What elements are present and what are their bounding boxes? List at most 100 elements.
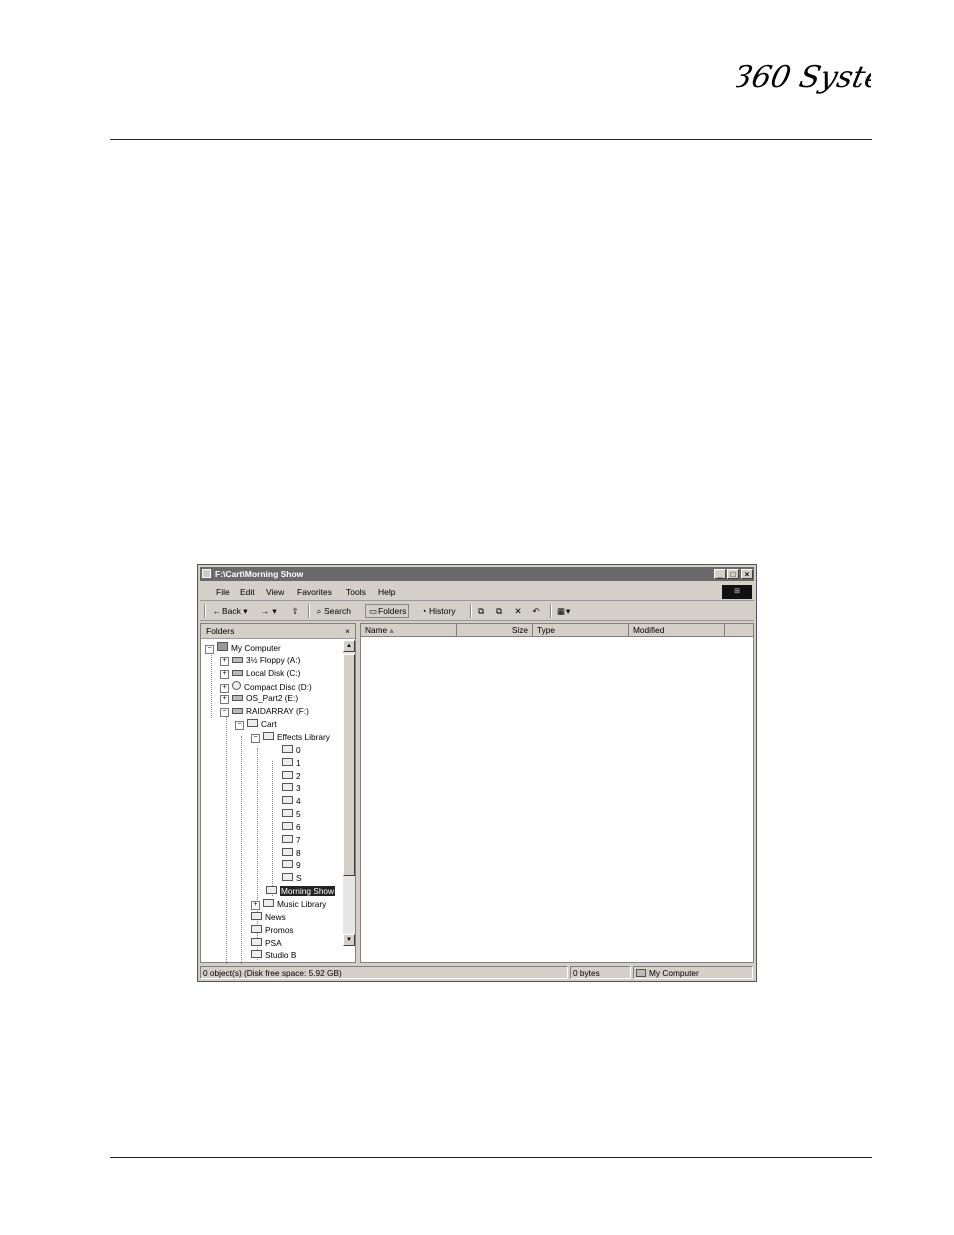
computer-icon bbox=[636, 969, 646, 977]
folder-tree-scrollbar[interactable]: ▲ ▼ bbox=[343, 640, 355, 946]
expand-icon[interactable]: + bbox=[220, 683, 229, 693]
tree-item[interactable]: 6 bbox=[282, 821, 301, 833]
menu-help[interactable]: Help bbox=[378, 587, 395, 597]
collapse-icon[interactable]: − bbox=[251, 733, 260, 743]
tree-item[interactable]: − Effects Library bbox=[251, 731, 330, 743]
menu-bar: File Edit View Favorites Tools Help ⊞ bbox=[200, 584, 754, 601]
expand-icon[interactable]: + bbox=[220, 695, 229, 705]
close-button[interactable]: × bbox=[741, 569, 753, 579]
views-icon: ▦ bbox=[556, 606, 566, 616]
tree-item[interactable]: 9 bbox=[282, 860, 301, 871]
menu-favorites[interactable]: Favorites bbox=[297, 587, 332, 597]
column-name-label: Name bbox=[365, 625, 388, 635]
tree-item[interactable]: +3½ Floppy (A:) bbox=[220, 655, 300, 666]
close-folders-pane-icon[interactable]: × bbox=[345, 624, 350, 638]
windows-logo-icon: ⊞ bbox=[722, 585, 752, 599]
menu-tools[interactable]: Tools bbox=[346, 587, 366, 597]
tree-item[interactable]: 5 bbox=[282, 809, 301, 820]
folder-icon bbox=[251, 937, 262, 946]
undo-button[interactable]: ↶ bbox=[531, 605, 541, 617]
expand-icon[interactable]: + bbox=[251, 901, 260, 910]
forward-dropdown-icon: ▾ bbox=[272, 606, 277, 616]
maximize-button[interactable]: □ bbox=[727, 569, 739, 579]
menu-view[interactable]: View bbox=[266, 587, 284, 597]
column-header-name[interactable]: Name ▴ bbox=[361, 624, 457, 637]
tree-item[interactable]: 4 bbox=[282, 796, 301, 807]
scroll-thumb[interactable] bbox=[343, 654, 355, 876]
floppy-icon bbox=[232, 656, 243, 663]
status-size: 0 bytes bbox=[570, 966, 631, 979]
folder-icon bbox=[282, 783, 293, 792]
folder-icon bbox=[251, 950, 262, 959]
menu-edit[interactable]: Edit bbox=[240, 587, 255, 597]
tree-item[interactable]: + Compact Disc (D:) bbox=[220, 680, 312, 693]
toolbar: ←Back ▾ → ▾ ⇧ ⌕ Search ▭Folders ◔ History … bbox=[200, 602, 754, 621]
collapse-icon[interactable]: − bbox=[235, 721, 244, 731]
tree-item[interactable]: Studio B bbox=[251, 950, 296, 961]
forward-button[interactable]: → ▾ bbox=[260, 605, 277, 617]
column-header-filler bbox=[725, 624, 753, 637]
back-dropdown-icon: ▾ bbox=[243, 606, 248, 616]
search-icon: ⌕ bbox=[316, 606, 322, 616]
move-to-icon: ⧉ bbox=[477, 606, 485, 616]
history-button[interactable]: ◔ History bbox=[419, 605, 455, 617]
views-button[interactable]: ▦▾ bbox=[556, 605, 570, 617]
scroll-down-arrow-icon[interactable]: ▼ bbox=[343, 934, 355, 946]
delete-button[interactable]: ✕ bbox=[513, 605, 523, 617]
collapse-icon[interactable]: − bbox=[220, 708, 229, 718]
tree-item-label: S bbox=[296, 873, 302, 884]
folders-icon: ▭ bbox=[368, 606, 378, 616]
tree-item-label: Effects Library bbox=[277, 731, 330, 742]
tree-item-label: Cart bbox=[261, 719, 277, 730]
tree-item[interactable]: Morning Show bbox=[266, 886, 336, 897]
copy-to-button[interactable]: ⧉ bbox=[494, 605, 504, 617]
tree-item[interactable]: S bbox=[282, 873, 302, 884]
collapse-icon[interactable]: − bbox=[205, 645, 214, 654]
column-header-size[interactable]: Size bbox=[457, 624, 533, 637]
menu-file[interactable]: File bbox=[216, 587, 230, 597]
tree-item[interactable]: 1 bbox=[282, 757, 301, 769]
folders-button[interactable]: ▭Folders bbox=[365, 604, 410, 618]
scroll-up-arrow-icon[interactable]: ▲ bbox=[343, 640, 355, 652]
expand-icon[interactable]: + bbox=[220, 669, 229, 679]
expand-icon[interactable]: + bbox=[220, 656, 229, 666]
column-header-type[interactable]: Type bbox=[533, 624, 629, 637]
forward-arrow-icon: → bbox=[260, 606, 270, 616]
move-to-button[interactable]: ⧉ bbox=[476, 605, 486, 617]
search-label: Search bbox=[324, 606, 351, 616]
tree-item-label: 2 bbox=[296, 770, 301, 781]
back-button[interactable]: ←Back ▾ bbox=[212, 605, 248, 617]
tree-item-label: 0 bbox=[296, 744, 301, 755]
up-button[interactable]: ⇧ bbox=[290, 605, 300, 617]
tree-item[interactable]: − Cart bbox=[235, 719, 277, 731]
column-modified-label: Modified bbox=[633, 625, 665, 635]
tree-item[interactable]: Promos bbox=[251, 924, 294, 936]
tree-item[interactable]: 2 bbox=[282, 770, 301, 782]
toolbar-grip bbox=[204, 604, 206, 618]
folder-icon bbox=[282, 744, 293, 753]
folder-icon bbox=[282, 757, 293, 766]
folder-icon bbox=[202, 569, 211, 578]
toolbar-separator bbox=[308, 604, 310, 618]
tree-item[interactable]: 8 bbox=[282, 847, 301, 859]
tree-item[interactable]: News bbox=[251, 911, 286, 923]
drive-icon bbox=[232, 695, 243, 702]
tree-item[interactable]: − My Computer bbox=[205, 642, 281, 654]
tree-item[interactable]: 3 bbox=[282, 783, 301, 794]
title-bar[interactable]: F:\Cart\Morning Show _ □ × bbox=[200, 567, 754, 581]
tree-item[interactable]: 7 bbox=[282, 834, 301, 846]
tree-item[interactable]: + Local Disk (C:) bbox=[220, 668, 300, 679]
tree-item[interactable]: PSA bbox=[251, 937, 282, 949]
column-header-modified[interactable]: Modified bbox=[629, 624, 725, 637]
tree-item[interactable]: + OS_Part2 (E:) bbox=[220, 693, 298, 705]
tree-item[interactable]: 0 bbox=[282, 744, 301, 756]
tree-item-label: Studio B bbox=[265, 950, 297, 961]
search-button[interactable]: ⌕ Search bbox=[314, 605, 351, 617]
tree-item[interactable]: − RAIDARRAY (F:) bbox=[220, 706, 309, 718]
tree-item[interactable]: + Music Library bbox=[251, 899, 326, 910]
tree-item-label: 7 bbox=[296, 834, 301, 845]
folder-icon bbox=[282, 873, 293, 882]
tree-item-label: 5 bbox=[296, 809, 301, 820]
minimize-button[interactable]: _ bbox=[714, 569, 726, 579]
tree-item-label: 6 bbox=[296, 821, 301, 832]
